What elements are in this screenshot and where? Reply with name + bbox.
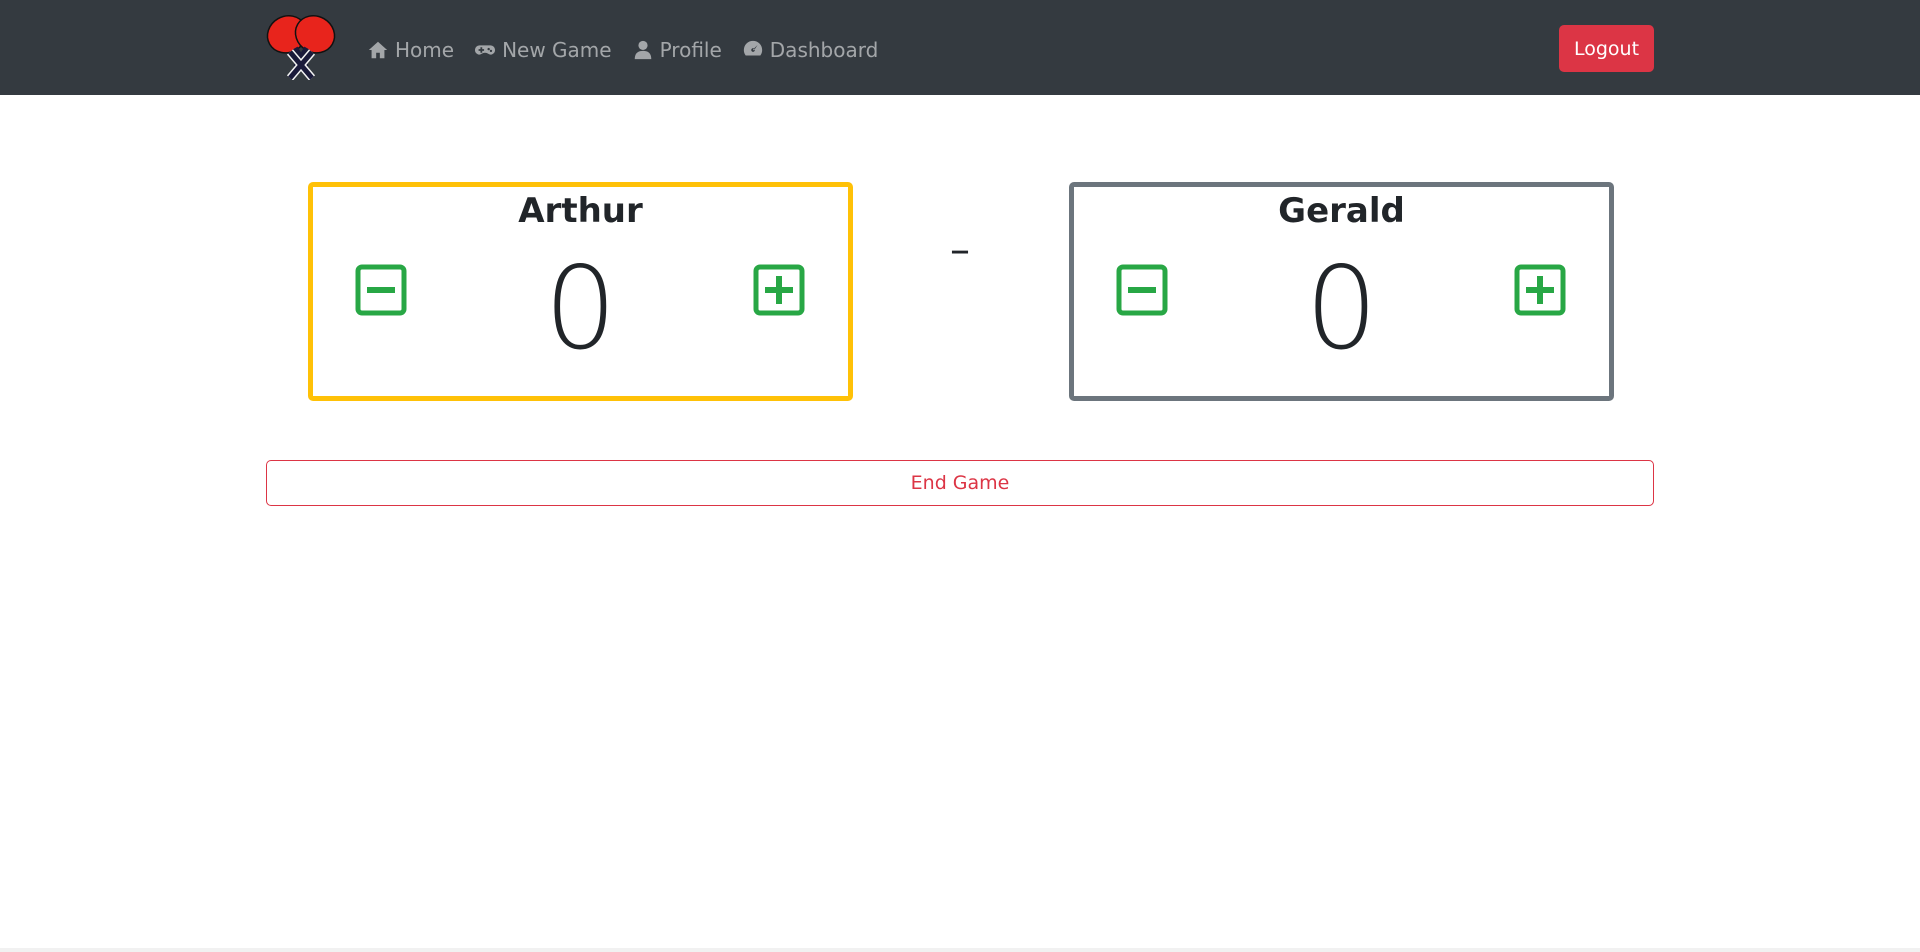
gamepad-icon	[474, 39, 496, 61]
tachometer-icon	[742, 39, 764, 61]
nav-links: Home New Game Profile Dashboard	[367, 0, 878, 100]
top-navbar: Home New Game Profile Dashboard Logout	[0, 0, 1920, 95]
nav-dashboard-link[interactable]: Dashboard	[742, 38, 879, 62]
nav-home-link[interactable]: Home	[367, 38, 454, 62]
logout-button[interactable]: Logout	[1559, 25, 1654, 72]
score-separator: –	[950, 227, 970, 273]
plus-square-icon	[1514, 264, 1566, 316]
nav-profile-label: Profile	[659, 38, 722, 62]
nav-new-game-label: New Game	[502, 38, 612, 62]
plus-square-icon	[753, 264, 805, 316]
player1-score-card: Arthur 0	[308, 182, 853, 401]
home-icon	[367, 39, 389, 61]
nav-home-label: Home	[395, 38, 455, 62]
nav-dashboard-label: Dashboard	[769, 38, 879, 62]
player2-score-card: Gerald 0	[1069, 182, 1614, 401]
player2-name: Gerald	[1278, 191, 1405, 231]
user-icon	[632, 39, 654, 61]
ping-pong-logo-icon	[266, 14, 336, 81]
brand-logo[interactable]	[262, 12, 340, 81]
end-game-button[interactable]: End Game	[266, 460, 1654, 506]
player2-increment-button[interactable]	[1514, 264, 1566, 316]
bottom-edge	[0, 948, 1920, 952]
player1-name: Arthur	[518, 191, 643, 231]
nav-new-game-link[interactable]: New Game	[474, 38, 612, 62]
player1-increment-button[interactable]	[753, 264, 805, 316]
nav-profile-link[interactable]: Profile	[632, 38, 722, 62]
